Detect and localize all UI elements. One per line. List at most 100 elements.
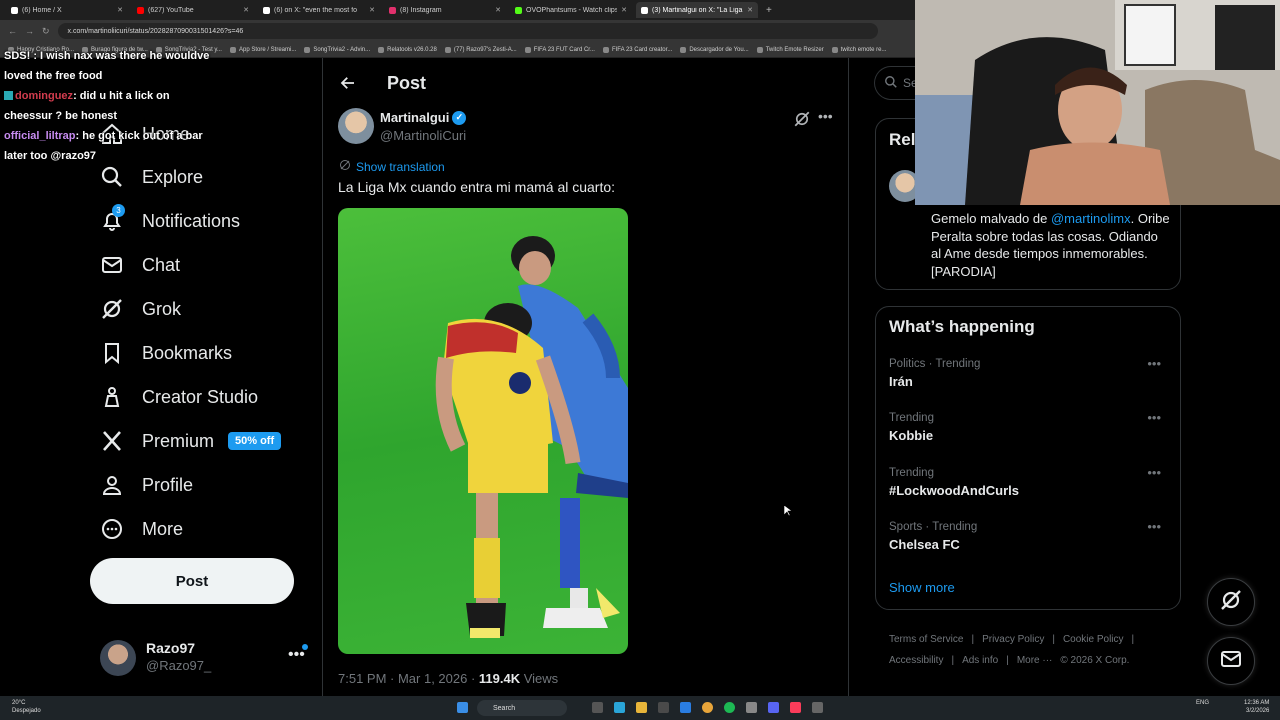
nav-item-creator-studio[interactable]: Creator Studio <box>100 385 258 409</box>
browser-tab[interactable]: (627) YouTube ✕ <box>132 2 254 18</box>
bookmark-item[interactable]: Twitch Emote Resizer <box>756 46 824 53</box>
translate-icon <box>339 159 351 174</box>
grok-floating-button[interactable] <box>1207 578 1255 626</box>
post-video[interactable] <box>338 208 628 654</box>
more-dots-icon[interactable]: ••• <box>1147 519 1161 534</box>
bookmark-favicon-icon <box>444 46 451 53</box>
system-clock[interactable]: 12:36 AM 3/2/2026 <box>1244 699 1269 715</box>
nav-item-explore[interactable]: Explore <box>100 165 203 189</box>
bookmark-item[interactable]: twitch emote re... <box>831 46 886 53</box>
post-button[interactable]: Post <box>90 558 294 604</box>
unread-dot <box>302 644 308 650</box>
more-circle-icon <box>100 517 124 541</box>
store-icon[interactable] <box>658 702 669 713</box>
grok-icon[interactable] <box>793 110 811 128</box>
nav-item-premium[interactable]: Premium 50% off <box>100 429 282 453</box>
nav-item-grok[interactable]: Grok <box>100 297 181 321</box>
close-tab-icon[interactable]: ✕ <box>117 6 123 14</box>
music-icon[interactable] <box>790 702 801 713</box>
back-nav-icon[interactable]: ← <box>8 26 17 36</box>
trend-item[interactable]: Trending Kobbie ••• <box>889 410 1169 443</box>
app-icon[interactable] <box>812 702 823 713</box>
reload-icon[interactable]: ↻ <box>42 26 50 37</box>
nav-item-profile[interactable]: Profile <box>100 473 193 497</box>
new-tab-icon[interactable]: + <box>766 5 772 16</box>
spotify-icon[interactable] <box>724 702 735 713</box>
nav-item-bookmarks[interactable]: Bookmarks <box>100 341 232 365</box>
nav-item-notifications[interactable]: 3 Notifications <box>100 204 240 233</box>
avatar <box>100 640 136 676</box>
browser-tab-active[interactable]: (3) Martinalgui on X: "La Liga ✕ <box>636 2 758 18</box>
footer-link[interactable]: Terms of Service <box>889 634 963 645</box>
close-tab-icon[interactable]: ✕ <box>621 6 627 14</box>
browser-tab[interactable]: (6) Home / X ✕ <box>6 2 128 18</box>
trend-category: Trending <box>889 467 934 479</box>
footer-link[interactable]: Accessibility <box>889 655 943 666</box>
close-tab-icon[interactable]: ✕ <box>747 6 753 14</box>
author-name[interactable]: Martinalgui ✓ <box>380 110 467 125</box>
trend-category: Sports · Trending <box>889 521 978 533</box>
browser-tab[interactable]: (8) Instagram ✕ <box>384 2 506 18</box>
trend-name: Kobbie <box>889 428 934 443</box>
search-icon <box>884 75 898 94</box>
more-dots-icon[interactable]: ••• <box>1147 356 1161 371</box>
premium-discount-badge: 50% off <box>228 432 282 450</box>
app-icon[interactable] <box>746 702 757 713</box>
trend-item[interactable]: Politics · Trending Irán ••• <box>889 356 1169 389</box>
discord-icon[interactable] <box>768 702 779 713</box>
footer-link[interactable]: Ads info <box>962 655 998 666</box>
verified-check-icon: ✓ <box>452 110 467 125</box>
author-avatar[interactable] <box>338 108 374 144</box>
bookmark-favicon-icon <box>378 46 385 53</box>
taskbar-search[interactable]: Search <box>477 700 567 716</box>
bookmark-item[interactable]: (77) Razo97's Zesti-A... <box>444 46 517 53</box>
trend-item[interactable]: Sports · Trending Chelsea FC ••• <box>889 519 1169 552</box>
account-switcher[interactable]: Razo97 @Razo97_ ••• <box>100 638 310 678</box>
more-dots-icon[interactable]: ••• <box>1147 410 1161 425</box>
nav-item-more[interactable]: More <box>100 517 183 541</box>
bio-mention-link[interactable]: @martinolimx <box>1051 211 1131 226</box>
show-translation-link[interactable]: Show translation <box>339 159 445 174</box>
task-view-icon[interactable] <box>592 702 603 713</box>
messages-floating-button[interactable] <box>1207 637 1255 685</box>
mail-app-icon[interactable] <box>680 702 691 713</box>
chrome-icon[interactable] <box>702 702 713 713</box>
nav-item-chat[interactable]: Chat <box>100 253 180 277</box>
browser-tab[interactable]: OVOPhantsums - Watch clips ✕ <box>510 2 632 18</box>
language-indicator[interactable]: ENG <box>1196 700 1209 706</box>
edge-icon[interactable] <box>614 702 625 713</box>
trend-item[interactable]: Trending #LockwoodAndCurls ••• <box>889 465 1169 498</box>
bookmark-item[interactable]: FIFA 23 FUT Card Cr... <box>524 46 595 53</box>
weather-widget[interactable]: 20°C Despejado <box>12 699 41 715</box>
footer-link[interactable]: Cookie Policy <box>1063 634 1124 645</box>
back-arrow-icon[interactable] <box>339 74 357 97</box>
notification-badge: 3 <box>112 204 125 217</box>
forward-nav-icon[interactable]: → <box>25 26 34 36</box>
creator-icon <box>100 385 124 409</box>
chat-message: dominguez: did u hit a lick on cheessur … <box>4 90 170 122</box>
footer-link[interactable]: Privacy Policy <box>982 634 1044 645</box>
more-dots-icon[interactable]: ••• <box>1147 465 1161 480</box>
author-handle[interactable]: @MartinoliCuri <box>380 128 466 143</box>
mail-icon <box>100 253 124 277</box>
more-dots-icon[interactable]: ••• <box>818 108 833 124</box>
folder-icon[interactable] <box>636 702 647 713</box>
whats-happening-title: What’s happening <box>889 317 1035 336</box>
show-more-link[interactable]: Show more <box>889 580 955 595</box>
bookmark-item[interactable]: Descargador de You... <box>680 46 749 53</box>
bookmark-item[interactable]: Relatools v26.0.28 <box>378 46 437 53</box>
page-title: Post <box>387 73 427 93</box>
close-tab-icon[interactable]: ✕ <box>369 6 375 14</box>
bookmark-item[interactable]: App Store / Streami... <box>229 46 296 53</box>
start-icon[interactable] <box>457 702 468 713</box>
bookmark-item[interactable]: FIFA 23 Card creator... <box>602 46 672 53</box>
footer-link[interactable]: More ··· <box>1017 655 1053 666</box>
close-tab-icon[interactable]: ✕ <box>243 6 249 14</box>
url-field[interactable]: x.com/martinoliicuri/status/202828709003… <box>57 23 878 39</box>
windows-taskbar: 20°C Despejado Search ENG 12:36 AM 3/2/202… <box>0 696 1280 720</box>
close-tab-icon[interactable]: ✕ <box>495 6 501 14</box>
bookmark-item[interactable]: SongTrivia2 - Advin... <box>304 46 370 53</box>
address-bar-row: ← → ↻ x.com/martinoliicuri/status/202828… <box>0 20 915 42</box>
browser-tab[interactable]: (6) on X: "even the most fo ✕ <box>258 2 380 18</box>
youtube-favicon-icon <box>137 6 144 14</box>
